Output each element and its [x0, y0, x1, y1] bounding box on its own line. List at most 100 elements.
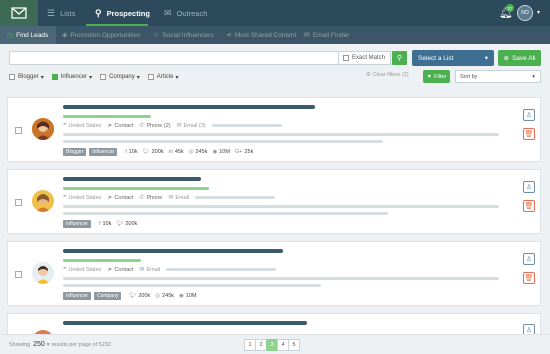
filter-article[interactable]: Article ▾ — [147, 74, 178, 81]
list-icon: ☰ — [47, 7, 56, 18]
stat-twitter: 🐦︎ 200k — [129, 293, 150, 299]
save-all-button[interactable]: ⊕ Save All — [498, 50, 541, 66]
lead-tags: Influencer Company 🐦︎ 200k ◎ 245k ◉ 10M — [63, 292, 197, 300]
subtab-label: Social Influencers — [162, 31, 214, 39]
envelope-icon: ✉ — [139, 267, 145, 273]
stat-value: 10M — [219, 149, 230, 155]
lead-card[interactable]: ⌖ United States ➤ Contact ✆ Phone ✉ Email In… — [7, 169, 541, 234]
avatar-photo — [32, 262, 54, 284]
phone-link[interactable]: ✆ Phone — [139, 194, 162, 202]
tag-badge: Company — [93, 292, 122, 300]
phone-icon: ✆ — [139, 123, 145, 129]
subtab-email-finder[interactable]: ✉ Email Finder — [304, 26, 349, 44]
lead-checkbox[interactable] — [15, 199, 22, 206]
stat-facebook: f 10k — [99, 221, 111, 227]
lead-card[interactable]: ♙ — [7, 313, 541, 334]
nav-tab-lists[interactable]: ☰ Lists — [47, 0, 76, 26]
sort-by-select[interactable]: Sort by ▾ — [455, 70, 541, 83]
save-lead-button[interactable]: ♙ — [523, 253, 535, 265]
target-icon: ◎ — [7, 32, 14, 39]
save-lead-button[interactable]: ♙ — [523, 109, 535, 121]
filter-checkbox[interactable] — [100, 74, 107, 80]
title-placeholder — [63, 259, 141, 262]
filter-bar: Blogger ▾ Influencer ▾ Company ▾ Article… — [9, 71, 186, 83]
exact-match-toggle[interactable]: Exact Match — [338, 51, 391, 65]
email-placeholder — [166, 268, 277, 271]
filter-checkbox[interactable] — [147, 74, 154, 80]
subtab-find-leads[interactable]: ◎ Find Leads — [0, 26, 57, 44]
delete-lead-button[interactable]: 🗑︎ — [523, 128, 535, 140]
subtab-promotion-opportunities[interactable]: ◈ Promotion Opportunities — [62, 26, 140, 44]
phone-link[interactable]: ✆ Phone (2) — [139, 122, 170, 130]
nav-tab-label: Lists — [60, 8, 76, 18]
subtab-most-shared-content[interactable]: ⋖ Most Shared Content — [226, 26, 296, 44]
stat-linkedin: in 45k — [169, 149, 184, 155]
filter-influencer[interactable]: Influencer ▾ — [51, 74, 92, 81]
chevron-down-icon[interactable]: ▾ — [537, 9, 540, 16]
nav-tab-label: Outreach — [176, 8, 208, 18]
filter-label: Blogger — [18, 74, 39, 80]
contact-label: Contact — [114, 266, 134, 273]
notification-badge: 37 — [506, 4, 514, 12]
stat-value: 200k — [138, 293, 151, 299]
tag-badge: Influencer — [63, 220, 91, 228]
megaphone-icon: ◈ — [62, 32, 68, 39]
select-list-dropdown[interactable]: Select a List ▾ — [412, 50, 494, 66]
stat-value: 25k — [244, 149, 254, 155]
filter-company[interactable]: Company ▾ — [100, 74, 140, 81]
save-lead-button[interactable]: ♙ — [523, 324, 535, 334]
filter-blogger[interactable]: Blogger ▾ — [9, 74, 44, 81]
user-avatar[interactable]: NO — [517, 5, 533, 21]
contact-link[interactable]: ➤ Contact — [107, 194, 133, 202]
twitter-icon: 🐦︎ — [129, 293, 137, 299]
pagination: 1 2 3 4 5 — [244, 339, 300, 351]
filter-label: Article — [156, 74, 174, 80]
linkedin-icon: in — [168, 149, 173, 155]
exact-match-checkbox[interactable] — [343, 55, 349, 61]
search-icon: ⚲ — [396, 55, 403, 62]
location: ⌖ United States — [63, 266, 101, 273]
search-button[interactable]: ⚲ — [392, 51, 407, 65]
app-logo[interactable] — [0, 0, 38, 26]
lead-card[interactable]: ⌖ United States ➤ Contact ✉ Email Influence… — [7, 241, 541, 306]
email-link[interactable]: ✉ Email — [139, 266, 161, 274]
stat-google-plus: G+ 25k — [235, 149, 253, 155]
search-input[interactable] — [9, 51, 339, 65]
clear-filters-link[interactable]: ⚙ Clear filters (2) — [366, 72, 409, 78]
envelope-icon: ✉ — [176, 123, 182, 129]
email-link[interactable]: ✉ Email — [168, 194, 189, 202]
chevron-down-icon: ▾ — [484, 55, 488, 62]
contact-link[interactable]: ➤ Contact — [107, 122, 134, 130]
page-button[interactable]: 5 — [288, 339, 300, 351]
chevron-down-icon: ▾ — [136, 74, 140, 81]
sort-by-label: Sort by — [460, 73, 478, 80]
filter-button[interactable]: ▼ Filter — [423, 70, 450, 83]
delete-lead-button[interactable]: 🗑︎ — [523, 200, 535, 212]
delete-lead-button[interactable]: 🗑︎ — [523, 272, 535, 284]
name-placeholder — [63, 105, 315, 109]
chevron-down-icon[interactable]: ▾ — [47, 342, 50, 348]
envelope-icon: ✉ — [304, 32, 310, 39]
avatar — [32, 262, 54, 284]
filter-label: Influencer — [60, 74, 88, 80]
contact-link[interactable]: ➤ Contact — [107, 266, 134, 274]
chevron-down-icon: ▾ — [532, 73, 535, 80]
email-link[interactable]: ✉ Email (3) — [176, 122, 206, 130]
lead-meta: ⌖ United States ➤ Contact ✉ Email — [63, 266, 277, 274]
lead-checkbox[interactable] — [15, 271, 22, 278]
email-label: Email — [146, 266, 161, 273]
per-page-select[interactable]: 250 — [33, 341, 45, 348]
filter-checkbox[interactable] — [51, 74, 58, 80]
description-placeholder — [63, 212, 388, 215]
map-pin-icon: ⌖ — [63, 194, 67, 200]
nav-tab-prospecting[interactable]: ⚲ Prospecting — [95, 0, 150, 26]
subtab-social-influencers[interactable]: ☆ Social Influencers — [153, 26, 214, 44]
nav-tab-outreach[interactable]: ✉ Outreach — [164, 0, 207, 26]
search-icon: ⚲ — [95, 7, 102, 18]
lead-card[interactable]: ⌖ United States ➤ Contact ✆ Phone (2) ✉ Emai… — [7, 97, 541, 162]
filter-checkbox[interactable] — [9, 74, 15, 80]
save-lead-button[interactable]: ♙ — [523, 181, 535, 193]
lead-list: ⌖ United States ➤ Contact ✆ Phone (2) ✉ Emai… — [0, 89, 550, 334]
lead-checkbox[interactable] — [15, 127, 22, 134]
contact-label: Contact — [114, 122, 134, 129]
